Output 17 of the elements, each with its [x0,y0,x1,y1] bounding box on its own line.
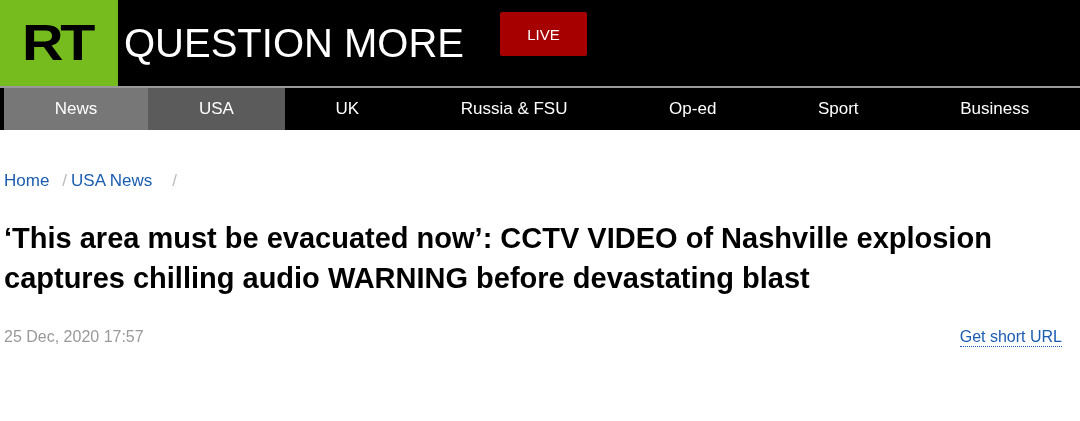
tagline: QUESTION MORE [124,20,465,66]
nav-tab[interactable]: Op-ed [618,88,768,130]
publish-date: 25 Dec, 2020 17:57 [4,328,144,347]
nav-tab[interactable]: Business [909,88,1080,130]
breadcrumb-link[interactable]: USA News [71,171,153,191]
breadcrumb-separator: / [62,171,68,191]
breadcrumb-separator: / [172,171,178,191]
nav-tab[interactable]: Russia & FSU [409,88,619,130]
short-url-link[interactable]: Get short URL [959,328,1062,347]
breadcrumb-link[interactable]: Home [4,171,50,191]
nav-tab[interactable]: UK [284,88,410,130]
headline: ‘This area must be evacuated now’: CCTV VIDEO of Nashville explosion captures chilling audio WARNING before devastating blast [4,221,993,296]
nav-tab[interactable]: News [4,88,149,130]
live-button[interactable]: LIVE [500,12,588,56]
nav-tab[interactable]: Sport [767,88,910,130]
nav-tab[interactable]: USA [148,88,285,130]
logo[interactable]: RT [0,0,118,86]
